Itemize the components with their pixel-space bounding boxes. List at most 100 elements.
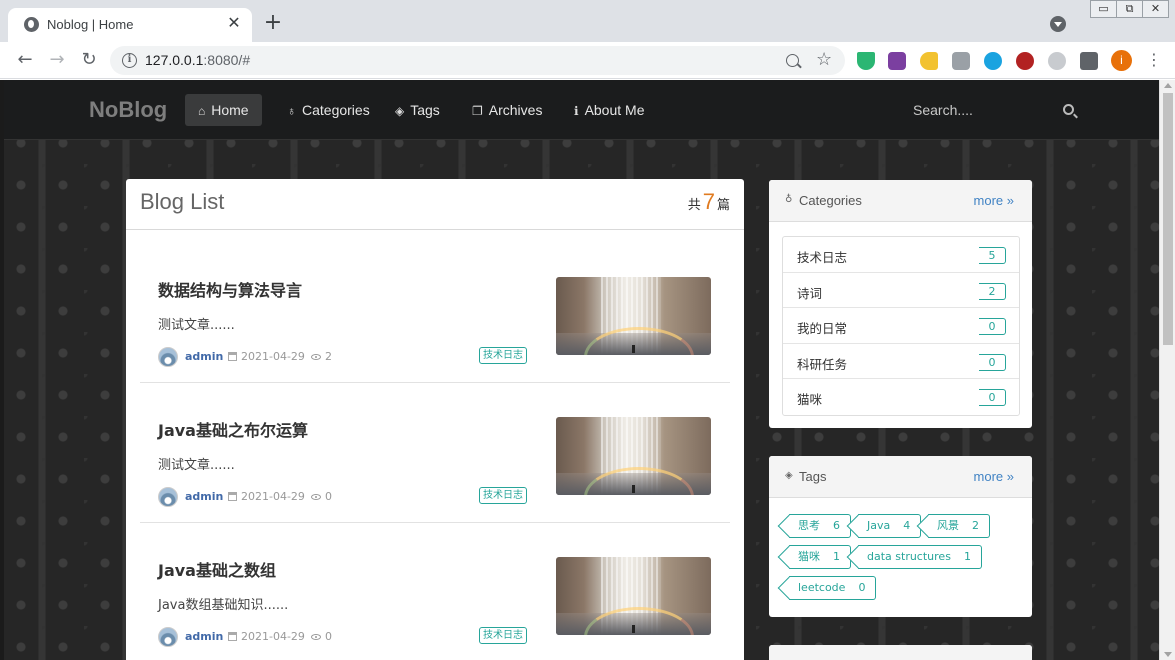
post-item[interactable]: 数据结构与算法导言 测试文章...... admin 2021-04-29 2 … xyxy=(140,243,730,383)
post-author[interactable]: admin xyxy=(185,630,223,643)
nav-tags[interactable]: ◈ Tags xyxy=(382,94,453,126)
author-avatar xyxy=(158,487,178,507)
tag-name: data structures xyxy=(867,550,951,563)
new-tab-icon[interactable]: + xyxy=(262,12,284,34)
mask-extension-icon[interactable] xyxy=(1016,52,1034,70)
category-count-badge: 5 xyxy=(979,247,1006,264)
bookmark-star-icon[interactable]: ☆ xyxy=(816,49,832,70)
post-title[interactable]: 数据结构与算法导言 xyxy=(158,277,302,301)
home-icon: ⌂ xyxy=(198,104,206,118)
search-icon[interactable] xyxy=(1063,104,1074,115)
back-icon[interactable]: ← xyxy=(13,49,37,71)
next-sidebar-card xyxy=(769,645,1032,660)
post-author[interactable]: admin xyxy=(185,350,223,363)
post-cover-image[interactable] xyxy=(556,557,711,635)
category-name: 我的日常 xyxy=(797,321,848,336)
tags-title: Tags xyxy=(799,469,827,484)
tag-count: 1 xyxy=(963,550,971,563)
post-description: 测试文章...... xyxy=(158,458,235,473)
tags-icon: ◈ xyxy=(395,104,405,118)
category-count-badge: 0 xyxy=(979,353,1006,371)
nav-categories-label: Categories xyxy=(302,102,370,118)
scroll-down-arrow-icon[interactable] xyxy=(1164,652,1172,657)
category-name: 诗词 xyxy=(797,285,823,301)
browser-tab[interactable]: Noblog | Home ✕ xyxy=(8,8,252,42)
site-navbar: NoBlog ⌂ Home ♁ Categories ◈ Tags ❐ Archives… xyxy=(4,80,1159,140)
site-logo[interactable]: NoBlog xyxy=(89,97,167,123)
categories-header: ♁ Categories more » xyxy=(769,180,1032,222)
tags-card: ◈ Tags more » 思考 6 Java 4 风景 2 猫咪 1 data str… xyxy=(769,456,1032,617)
grid-extension-icon[interactable] xyxy=(952,52,970,70)
post-title[interactable]: Java基础之数组 xyxy=(158,557,276,581)
post-category-tag[interactable]: 技术日志 xyxy=(479,487,527,504)
tag-item[interactable]: data structures 1 xyxy=(858,545,982,569)
post-author[interactable]: admin xyxy=(185,490,223,503)
post-cover-image[interactable] xyxy=(556,277,711,355)
calendar-icon xyxy=(228,352,237,361)
nav-categories[interactable]: ♁ Categories xyxy=(274,94,383,126)
globe-icon xyxy=(24,17,39,32)
calendar-icon xyxy=(228,492,237,501)
restore-icon[interactable]: ⧉ xyxy=(1116,0,1143,18)
puzzle-extensions-icon[interactable] xyxy=(1080,52,1098,70)
eye-icon xyxy=(311,494,321,500)
close-tab-icon[interactable]: ✕ xyxy=(224,13,244,33)
menu-kebab-icon[interactable]: ⋮ xyxy=(1146,50,1162,69)
forward-icon[interactable]: → xyxy=(45,49,69,71)
reload-icon[interactable]: ↻ xyxy=(77,49,101,71)
tag-item[interactable]: leetcode 0 xyxy=(789,576,877,600)
post-description: 测试文章...... xyxy=(158,318,235,333)
scrollbar-thumb[interactable] xyxy=(1163,93,1173,345)
categories-more-link[interactable]: more » xyxy=(974,193,1014,208)
onenote-extension-icon[interactable] xyxy=(888,52,906,70)
nav-archives[interactable]: ❐ Archives xyxy=(459,94,555,126)
close-window-icon[interactable]: ✕ xyxy=(1142,0,1169,18)
tab-search-icon[interactable] xyxy=(1050,16,1066,32)
post-item[interactable]: Java基础之数组 Java数组基础知识...... admin 2021-04… xyxy=(140,523,730,660)
tag-name: 猫咪 xyxy=(798,550,820,563)
post-date: 2021-04-29 xyxy=(241,350,305,363)
tag-item[interactable]: 猫咪 1 xyxy=(789,545,851,569)
post-category-tag[interactable]: 技术日志 xyxy=(479,347,527,364)
categories-card: ♁ Categories more » 技术日志 5 诗词 2 我的日常 0 科研任务… xyxy=(769,180,1032,428)
category-count-badge: 0 xyxy=(979,389,1006,406)
post-title[interactable]: Java基础之布尔运算 xyxy=(158,417,308,441)
category-item[interactable]: 猫咪 0 xyxy=(783,379,1019,415)
count-suffix: 篇 xyxy=(716,198,730,213)
shield-extension-icon[interactable] xyxy=(857,52,875,70)
spinner-extension-icon[interactable] xyxy=(1048,52,1066,70)
tag-item[interactable]: Java 4 xyxy=(858,514,922,538)
page-scrollbar[interactable] xyxy=(1159,80,1175,660)
nav-about-label: About Me xyxy=(584,102,645,118)
post-category-tag[interactable]: 技术日志 xyxy=(479,627,527,644)
colorful-extension-icon[interactable] xyxy=(984,52,1002,70)
category-count-badge: 2 xyxy=(979,282,1006,300)
post-date: 2021-04-29 xyxy=(241,630,305,643)
address-bar[interactable]: i 127.0.0.1:8080/# ☆ xyxy=(110,46,845,75)
blog-list-card: Blog List 共7 篇 数据结构与算法导言 测试文章...... admin… xyxy=(126,179,744,660)
nav-home-label: Home xyxy=(211,102,249,118)
count-number: 7 xyxy=(702,189,715,214)
category-item[interactable]: 科研任务 0 xyxy=(783,344,1019,379)
nav-about-me[interactable]: ℹ About Me xyxy=(561,94,658,126)
post-count: 共7 篇 xyxy=(688,189,730,215)
category-item[interactable]: 我的日常 0 xyxy=(783,308,1019,344)
category-name: 科研任务 xyxy=(797,356,848,372)
minimize-icon[interactable]: ▭ xyxy=(1090,0,1117,18)
nav-home[interactable]: ⌂ Home xyxy=(185,94,262,126)
post-cover-image[interactable] xyxy=(556,417,711,495)
zoom-icon[interactable] xyxy=(786,54,799,67)
scroll-up-arrow-icon[interactable] xyxy=(1164,83,1172,88)
site-info-icon[interactable]: i xyxy=(122,53,137,68)
post-item[interactable]: Java基础之布尔运算 测试文章...... admin 2021-04-29 … xyxy=(140,383,730,523)
rainbow-shape xyxy=(584,467,694,495)
tag-item[interactable]: 风景 2 xyxy=(928,514,990,538)
person-silhouette xyxy=(632,345,635,353)
tags-more-label: more xyxy=(973,469,1004,484)
profile-avatar-icon[interactable]: i xyxy=(1111,50,1132,71)
tag-item[interactable]: 思考 6 xyxy=(789,514,851,538)
category-item[interactable]: 技术日志 5 xyxy=(783,237,1019,273)
tags-more-link[interactable]: more » xyxy=(974,469,1014,484)
duck-extension-icon[interactable] xyxy=(920,52,938,70)
category-item[interactable]: 诗词 2 xyxy=(783,273,1019,308)
